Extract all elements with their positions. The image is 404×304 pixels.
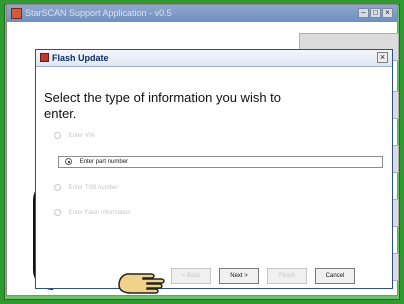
flash-update-dialog: Flash Update × Select the type of inform… xyxy=(35,49,393,289)
option-enter-flash-information[interactable]: Enter Flash information xyxy=(54,209,131,216)
dialog-icon xyxy=(40,53,49,62)
option-enter-tsb-number[interactable]: Enter TSB number xyxy=(54,184,118,191)
option-enter-vin[interactable]: Enter VIN xyxy=(54,132,95,139)
app-icon xyxy=(11,8,22,19)
dialog-title: Flash Update xyxy=(52,53,109,63)
option-label: Enter part number xyxy=(79,159,129,165)
cancel-button[interactable]: Cancel xyxy=(315,268,355,284)
next-button[interactable]: Next > xyxy=(219,268,259,284)
window-controls: – □ × xyxy=(358,8,393,18)
minimize-button[interactable]: – xyxy=(358,8,369,18)
app-titlebar: StarSCAN Support Application - v0.5 – □ … xyxy=(7,5,397,22)
back-button[interactable]: < Back xyxy=(171,268,211,284)
finish-button[interactable]: Finish xyxy=(267,268,307,284)
dialog-buttons: < Back Next > Finish Cancel xyxy=(171,268,355,284)
prompt-text: Select the type of information you wish … xyxy=(44,90,282,121)
radio-icon[interactable] xyxy=(54,184,61,191)
app-title: StarSCAN Support Application - v0.5 xyxy=(25,8,172,18)
close-button[interactable]: × xyxy=(382,8,393,18)
option-label: Enter VIN xyxy=(68,133,95,140)
hand-pointer-icon xyxy=(118,273,165,294)
radio-icon[interactable] xyxy=(54,132,61,139)
option-label: Enter TSB number xyxy=(68,185,119,192)
radio-icon[interactable] xyxy=(54,209,61,216)
dialog-titlebar: Flash Update × xyxy=(36,50,392,67)
app-window: StarSCAN Support Application - v0.5 – □ … xyxy=(6,4,399,296)
option-label: Enter Flash information xyxy=(68,210,131,217)
maximize-button[interactable]: □ xyxy=(370,8,381,18)
option-enter-part-number[interactable]: Enter part number xyxy=(58,156,383,168)
radio-selected-icon[interactable] xyxy=(65,157,72,165)
close-icon[interactable]: × xyxy=(377,52,388,63)
